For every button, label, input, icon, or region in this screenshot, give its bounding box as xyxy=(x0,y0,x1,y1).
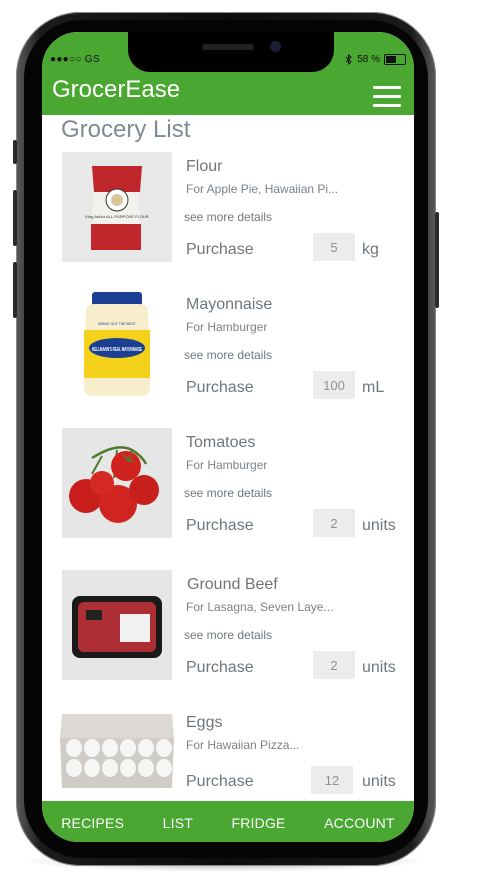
nav-list[interactable]: LIST xyxy=(163,815,193,831)
speaker xyxy=(202,44,254,50)
power-button xyxy=(435,212,439,308)
app-header: ●●●○○ GS 58 % GrocerEase xyxy=(42,32,414,115)
item-recipes: For Hamburger xyxy=(186,320,268,334)
item-recipes: For Apple Pie, Hawaiian Pi... xyxy=(186,182,339,196)
tomatoes-image[interactable] xyxy=(62,428,172,538)
purchase-label: Purchase xyxy=(186,773,254,790)
battery-level xyxy=(386,56,396,63)
mayonnaise-image[interactable]: HELLMANN'S REAL MAYONNAISE BRING OUT THE… xyxy=(62,290,172,400)
item-name: Tomatoes xyxy=(186,434,256,451)
carrier-signal: ●●●○○ GS xyxy=(50,54,100,65)
app-title: GrocerEase xyxy=(52,76,181,103)
list-item: HELLMANN'S REAL MAYONNAISE BRING OUT THE… xyxy=(42,290,414,410)
battery-icon xyxy=(384,54,406,65)
bluetooth-icon xyxy=(345,54,352,65)
quantity-field[interactable]: 12 xyxy=(311,766,353,794)
ground-beef-image[interactable] xyxy=(62,570,172,680)
front-camera xyxy=(270,41,281,52)
item-name: Eggs xyxy=(186,714,223,731)
mute-switch xyxy=(13,140,17,164)
purchase-label: Purchase xyxy=(186,241,254,258)
unit-label: mL xyxy=(362,379,385,396)
volume-up-button xyxy=(13,190,17,246)
quantity-field[interactable]: 100 xyxy=(313,371,355,399)
list-item: King Arthur ALL-PURPOSE FLOUR Flour For … xyxy=(42,152,414,272)
see-more-details-link[interactable]: see more details xyxy=(184,210,272,224)
see-more-details-link[interactable]: see more details xyxy=(184,486,272,500)
purchase-label: Purchase xyxy=(186,659,254,676)
volume-down-button xyxy=(13,262,17,318)
mayonnaise-band: BRING OUT THE BEST xyxy=(98,322,136,326)
see-more-details-link[interactable]: see more details xyxy=(184,348,272,362)
item-name: Ground Beef xyxy=(187,576,278,593)
screen: ●●●○○ GS 58 % GrocerEase Grocery List Ki… xyxy=(42,32,414,842)
notch xyxy=(128,32,334,72)
nav-fridge[interactable]: FRIDGE xyxy=(232,815,286,831)
purchase-label: Purchase xyxy=(186,379,254,396)
unit-label: units xyxy=(362,517,396,534)
unit-label: units xyxy=(362,773,396,790)
unit-label: units xyxy=(362,659,396,676)
item-name: Flour xyxy=(186,158,223,175)
list-item: Tomatoes For Hamburger see more details … xyxy=(42,428,414,548)
nav-recipes[interactable]: RECIPES xyxy=(61,815,124,831)
status-right: 58 % xyxy=(345,54,406,65)
item-recipes: For Hamburger xyxy=(186,458,268,472)
page-title: Grocery List xyxy=(61,116,191,143)
quantity-field[interactable]: 2 xyxy=(313,509,355,537)
quantity-field[interactable]: 2 xyxy=(313,651,355,679)
mayonnaise-brand: HELLMANN'S REAL MAYONNAISE xyxy=(92,347,142,353)
nav-account[interactable]: ACCOUNT xyxy=(324,815,395,831)
eggs-image[interactable] xyxy=(56,708,178,792)
battery-percent: 58 % xyxy=(357,54,380,65)
quantity-field[interactable]: 5 xyxy=(313,233,355,261)
see-more-details-link[interactable]: see more details xyxy=(184,628,272,642)
bottom-nav: RECIPES LIST FRIDGE ACCOUNT xyxy=(42,801,414,842)
flour-image[interactable]: King Arthur ALL-PURPOSE FLOUR xyxy=(62,152,172,262)
item-recipes: For Lasagna, Seven Laye... xyxy=(186,600,334,614)
unit-label: kg xyxy=(362,241,379,258)
flour-label: King Arthur ALL-PURPOSE FLOUR xyxy=(85,214,148,219)
list-item: Ground Beef For Lasagna, Seven Laye... s… xyxy=(42,570,414,690)
hamburger-menu-icon[interactable] xyxy=(373,86,401,108)
item-recipes: For Hawaiian Pizza... xyxy=(186,738,300,752)
item-name: Mayonnaise xyxy=(186,296,273,313)
purchase-label: Purchase xyxy=(186,517,254,534)
